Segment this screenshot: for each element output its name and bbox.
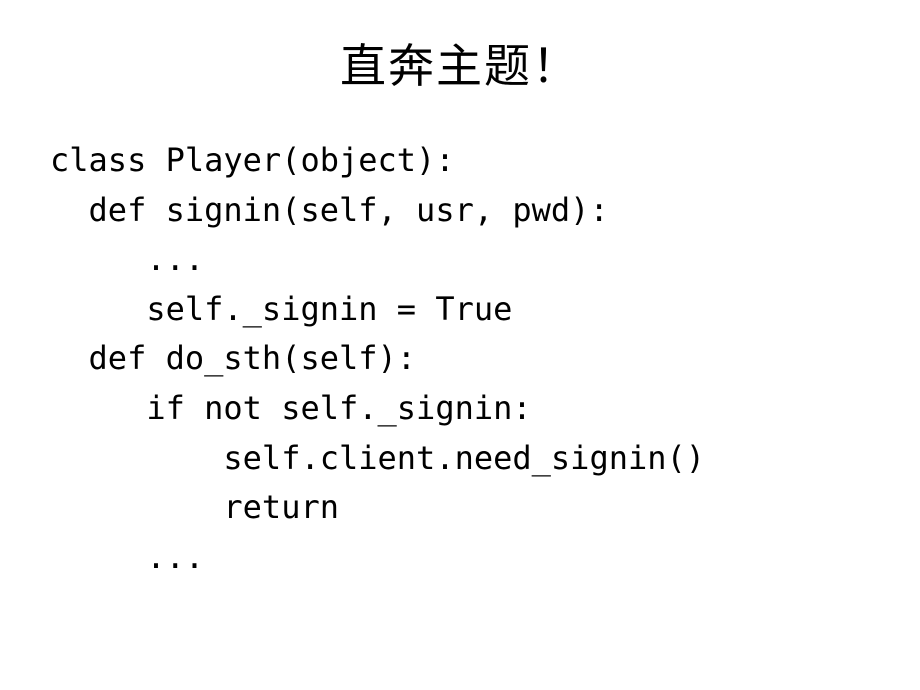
code-line: self._signin = True (50, 290, 512, 328)
code-line: if not self._signin: (50, 389, 532, 427)
code-line: return (50, 488, 339, 526)
code-block: class Player(object): def signin(self, u… (40, 136, 880, 582)
slide-title: 直奔主题！ (40, 30, 880, 96)
code-line: self.client.need_signin() (50, 439, 705, 477)
code-line: def do_sth(self): (50, 339, 416, 377)
slide-container: 直奔主题！ class Player(object): def signin(s… (0, 0, 920, 690)
code-line: class Player(object): (50, 141, 455, 179)
code-line: ... (50, 538, 204, 576)
code-line: def signin(self, usr, pwd): (50, 191, 609, 229)
code-line: ... (50, 240, 204, 278)
